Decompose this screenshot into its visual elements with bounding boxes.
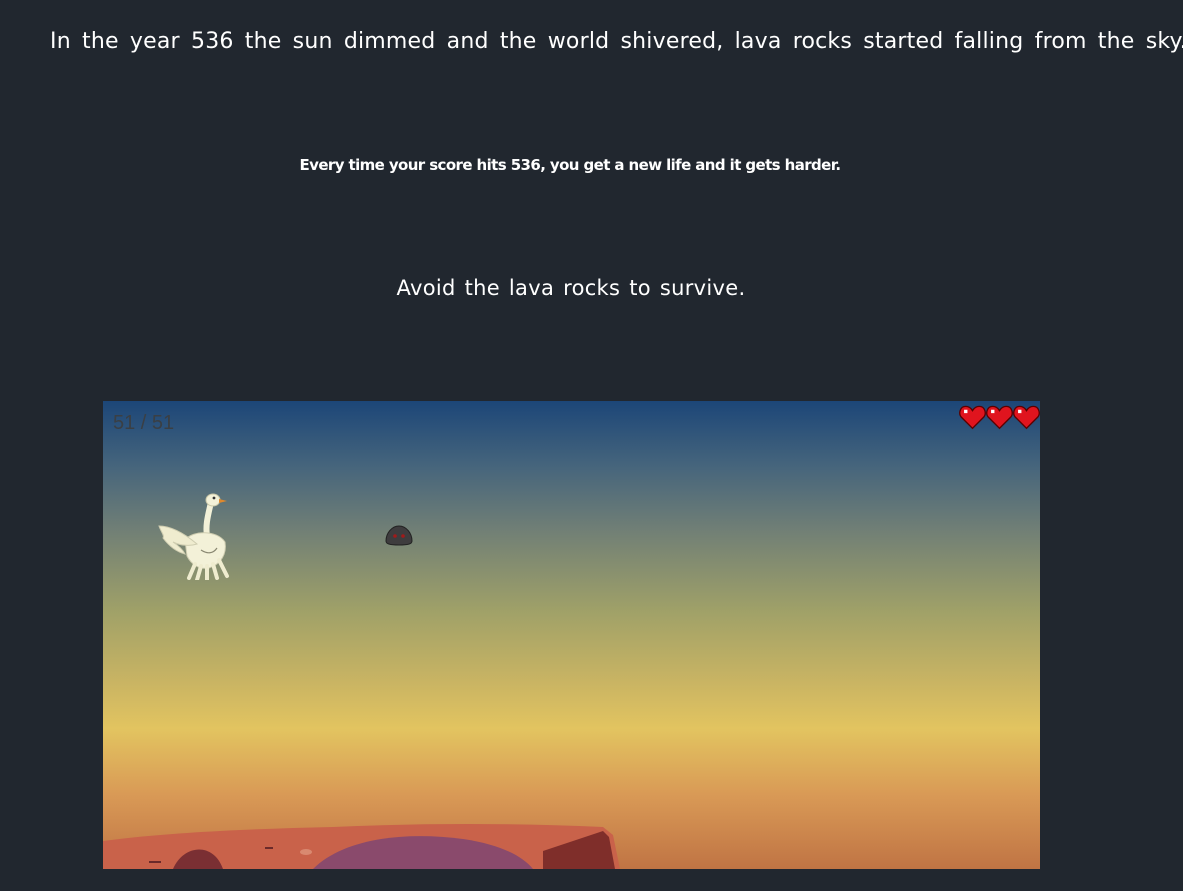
intro-text: In the year 536 the sun dimmed and the w… xyxy=(50,29,1183,54)
heart-icon xyxy=(959,405,986,430)
rule-text: Every time your score hits 536, you get … xyxy=(299,156,842,174)
lives-indicator xyxy=(959,403,1040,430)
swan-icon[interactable] xyxy=(155,490,241,580)
ground-terrain xyxy=(103,824,620,869)
heart-icon xyxy=(1013,405,1040,430)
heart-icon xyxy=(986,405,1013,430)
score-counter: 51 / 51 xyxy=(113,412,175,434)
lava-rock-icon xyxy=(385,525,413,546)
game-canvas[interactable]: 51 / 51 xyxy=(103,401,1040,869)
goal-text: Avoid the lava rocks to survive. xyxy=(396,276,746,300)
